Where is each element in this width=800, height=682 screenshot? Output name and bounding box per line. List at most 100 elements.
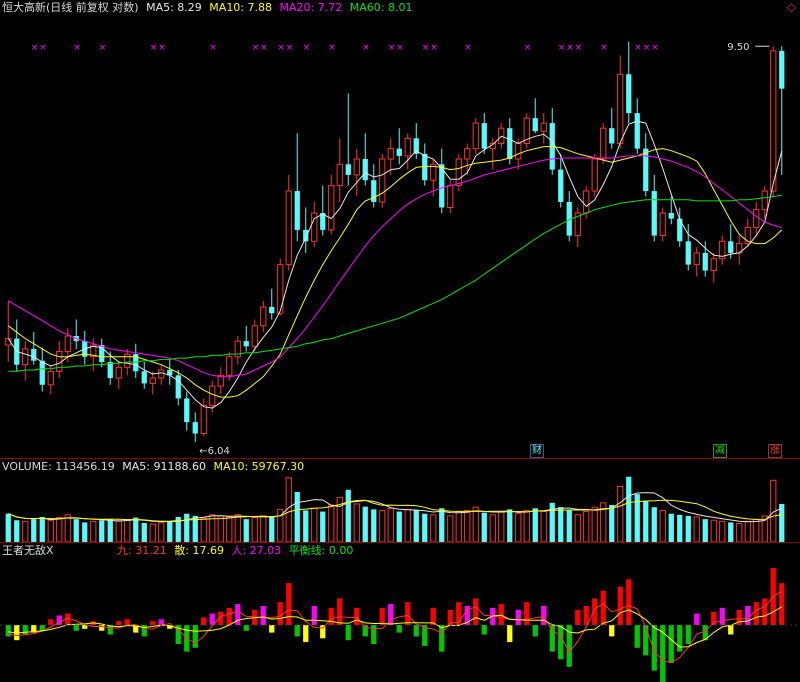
volume-bar — [481, 512, 487, 542]
signal-x-marker: × — [575, 43, 583, 53]
indicator-bar — [677, 625, 683, 652]
volume-bar — [141, 522, 147, 542]
candle-body — [141, 371, 147, 384]
indicator-bar — [286, 583, 292, 625]
badge-zhang[interactable]: 涨 — [768, 444, 782, 458]
indicator-name[interactable]: 王者无敌X — [2, 544, 54, 557]
indicator-bar — [694, 613, 700, 625]
ma60-label: MA60: 8.01 — [349, 1, 413, 14]
indicator-san-label: 散: 17.69 — [174, 544, 224, 557]
volume-bar — [464, 509, 471, 543]
volume-ma10-label: MA10: 59767.30 — [213, 460, 305, 473]
candle-body — [124, 353, 131, 368]
signal-x-marker: × — [600, 43, 608, 53]
indicator-chart-plot[interactable] — [0, 568, 800, 682]
badge-cai[interactable]: 财 — [530, 444, 544, 458]
candle-body — [404, 137, 411, 157]
candle-body — [328, 185, 335, 231]
volume-bar — [566, 510, 572, 542]
indicator-bar — [575, 609, 581, 625]
signal-x-marker: × — [566, 43, 574, 53]
candle-body — [617, 73, 624, 144]
volume-bar — [685, 515, 691, 542]
candle-body — [379, 158, 386, 203]
signal-x-marker: × — [388, 43, 396, 53]
signal-x-marker: × — [150, 43, 158, 53]
volume-bar — [353, 503, 360, 543]
candle-body — [659, 212, 666, 237]
signal-x-marker: × — [524, 43, 532, 53]
candle-body — [209, 385, 216, 406]
volume-bar — [14, 520, 20, 542]
candle-body — [651, 191, 657, 236]
volume-bar — [609, 505, 615, 542]
indicator-bar — [226, 607, 232, 625]
volume-bar — [532, 508, 538, 542]
signal-x-marker: × — [422, 43, 430, 53]
candle-body — [285, 190, 292, 266]
badge-jian[interactable]: 减 — [713, 444, 727, 458]
volume-bar — [693, 516, 700, 543]
signal-x-marker: × — [39, 43, 47, 53]
indicator-bar — [82, 625, 88, 629]
volume-bar — [702, 519, 708, 542]
signal-x-marker: × — [328, 43, 336, 53]
ma10-label: MA10: 7.88 — [209, 1, 273, 14]
indicator-bar — [413, 625, 419, 637]
signal-x-marker: × — [260, 43, 268, 53]
volume-bar — [744, 520, 751, 543]
signal-x-marker: × — [303, 43, 311, 53]
indicator-bar — [150, 621, 156, 625]
indicator-bar — [753, 602, 759, 625]
candle-body — [22, 348, 29, 366]
indicator-bar — [507, 625, 513, 643]
indicator-bar — [685, 625, 691, 644]
indicator-bar — [269, 625, 275, 633]
indicator-bar — [515, 609, 521, 625]
candle-body — [294, 191, 300, 230]
signal-x-marker: × — [643, 43, 651, 53]
volume-bar — [710, 519, 717, 543]
price-chart-plot[interactable]: × × × × × × × × × × × × × × × × × × × × × × × × × × × 9.50←6.04 — [5, 41, 785, 458]
volume-bar — [200, 517, 207, 543]
volume-bar — [379, 509, 386, 543]
candle-body — [303, 229, 309, 242]
volume-bar — [328, 504, 335, 543]
signal-x-marker: × — [209, 43, 217, 53]
volume-bar — [422, 513, 428, 542]
volume-bar — [439, 508, 445, 542]
signal-x-marker: × — [286, 43, 294, 53]
indicator-bar — [532, 625, 538, 637]
indicator-bar — [634, 625, 640, 648]
candle-body — [243, 341, 249, 347]
stock-title[interactable]: 恒大高新(日线 前复权 对数) — [2, 1, 139, 14]
indicator-bar — [609, 625, 615, 637]
diamond-icon[interactable]: ◇ — [787, 0, 796, 14]
candle-body — [583, 190, 590, 214]
indicator-bar — [320, 625, 326, 639]
signal-x-marker: × — [158, 43, 166, 53]
volume-bar — [779, 503, 785, 542]
candle-body — [336, 163, 343, 187]
chart-stage: × × × × × × × × × × × × × × × × × × × × × × × × × × × 9.50←6.04 — [0, 41, 800, 682]
candle-body — [591, 158, 598, 192]
candle-body — [353, 158, 360, 176]
volume-bar — [591, 506, 598, 543]
indicator-bar — [617, 587, 623, 625]
candle-body — [472, 122, 479, 150]
indicator-bar — [524, 602, 530, 625]
volume-bar — [719, 520, 726, 543]
volume-chart-plot[interactable] — [5, 476, 785, 543]
candle-body — [626, 74, 632, 114]
indicator-bar — [745, 606, 751, 625]
candle-body — [149, 377, 156, 384]
signal-x-marker: × — [31, 43, 39, 53]
candle-body — [600, 127, 607, 160]
signal-x-marker: × — [430, 43, 438, 53]
volume-bar — [371, 509, 377, 542]
candle-body — [710, 258, 717, 272]
signal-x-marker: × — [362, 43, 370, 53]
candle-body — [609, 128, 615, 144]
volume-bar — [158, 521, 165, 543]
candle-body — [64, 335, 71, 353]
